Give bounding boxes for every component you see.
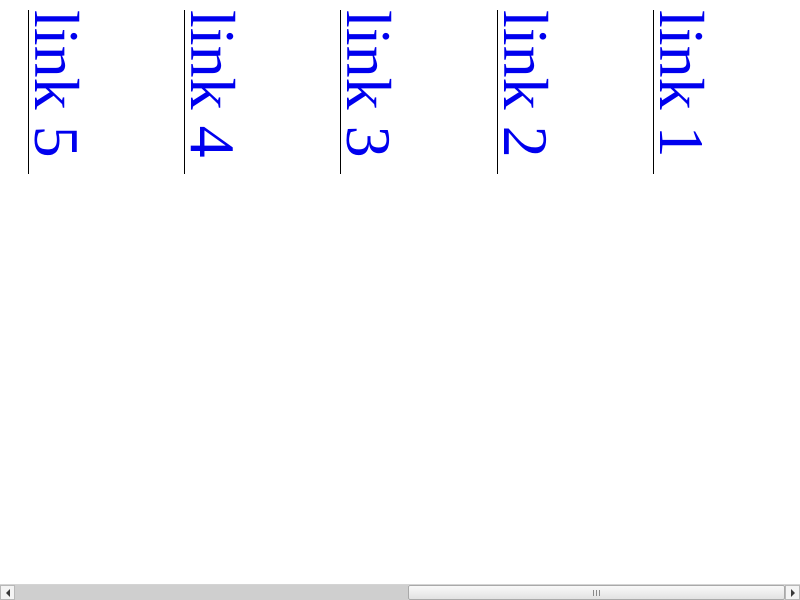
scrollbar-track[interactable]	[15, 585, 785, 600]
link-column-5: link 5	[21, 10, 92, 174]
scrollbar-thumb[interactable]	[408, 585, 785, 600]
scroll-right-button[interactable]	[785, 585, 800, 600]
link-1[interactable]: link 1	[646, 10, 717, 158]
link-3[interactable]: link 3	[333, 10, 404, 158]
link-2[interactable]: link 2	[490, 10, 561, 158]
page-viewport: link 5 link 4 link 3 link 2 link 1	[0, 0, 800, 584]
arrow-right-icon	[790, 588, 795, 597]
scroll-left-button[interactable]	[0, 585, 15, 600]
grip-icon	[593, 589, 600, 596]
link-5[interactable]: link 5	[21, 10, 92, 158]
link-column-1: link 1	[646, 10, 717, 174]
link-column-4: link 4	[177, 10, 248, 174]
arrow-left-icon	[5, 588, 10, 597]
link-column-3: link 3	[333, 10, 404, 174]
scrollbar-track-filled[interactable]	[15, 585, 408, 600]
link-4[interactable]: link 4	[177, 10, 248, 158]
link-column-2: link 2	[490, 10, 561, 174]
horizontal-scrollbar[interactable]	[0, 584, 800, 600]
